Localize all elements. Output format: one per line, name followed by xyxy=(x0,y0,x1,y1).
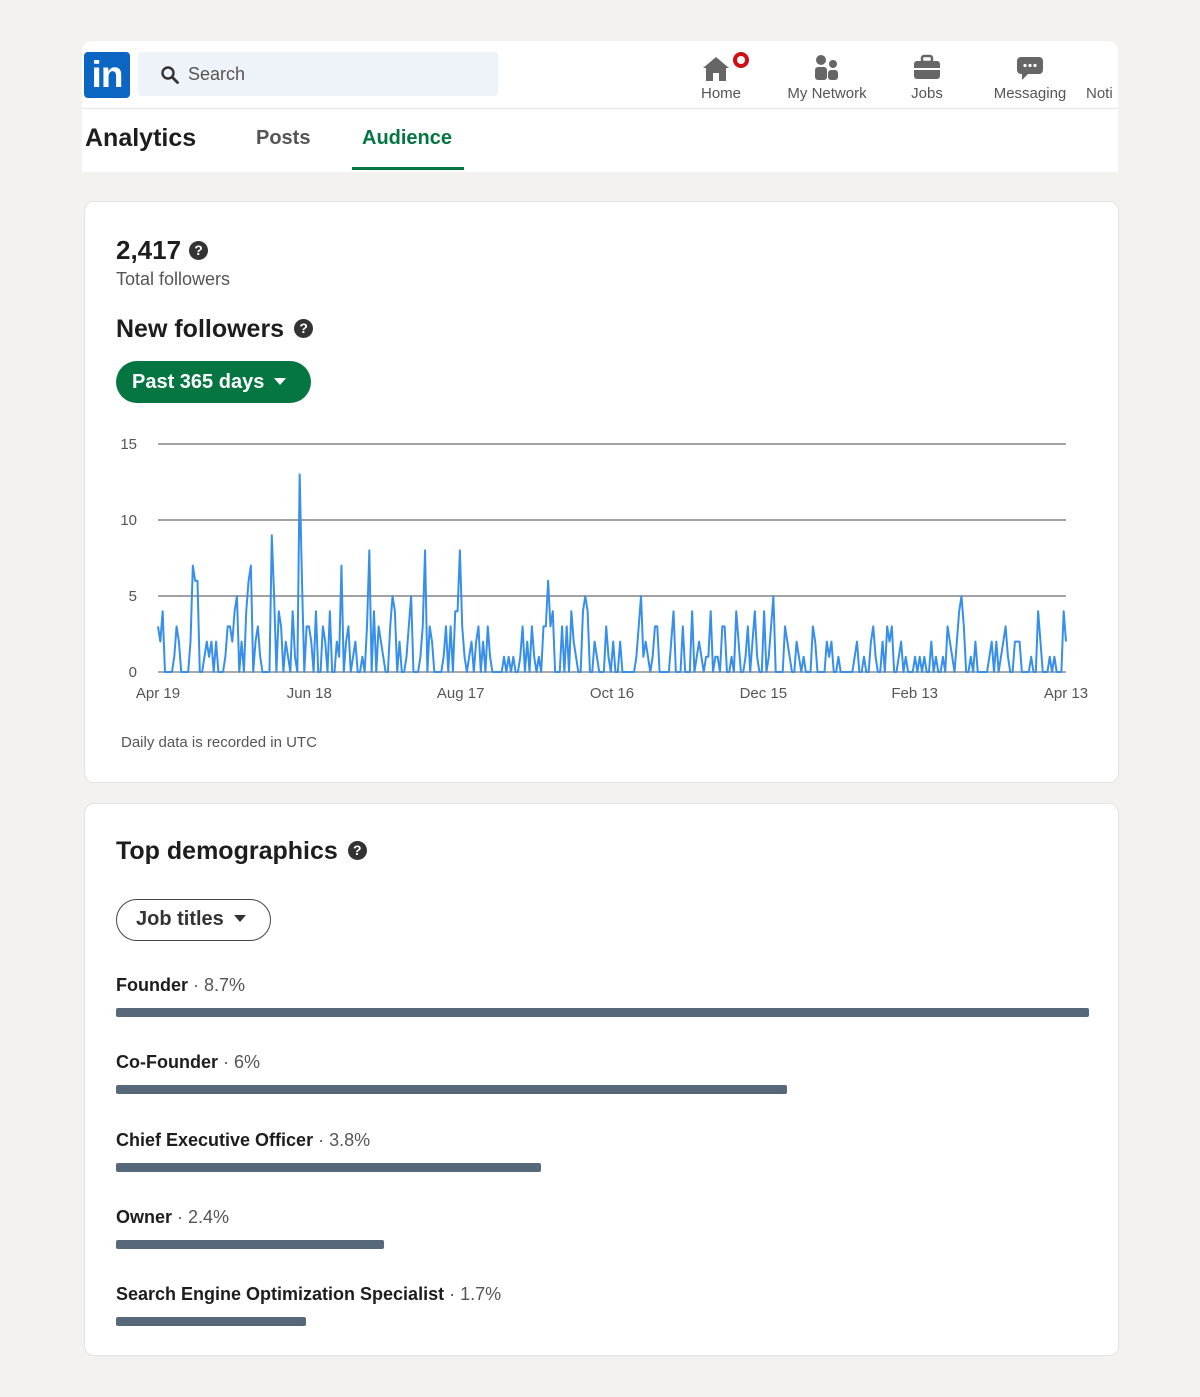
new-followers-title: New followers? xyxy=(116,315,314,344)
top-demographics-title: Top demographics? xyxy=(116,837,367,866)
demographic-row: Owner · 2.4% xyxy=(116,1207,1096,1249)
demographic-row: Co-Founder · 6% xyxy=(116,1052,1096,1095)
demographic-percent: 1.7% xyxy=(460,1284,502,1305)
active-tab-indicator xyxy=(352,167,464,170)
x-tick-label: Apr 19 xyxy=(136,685,180,702)
y-tick-label: 10 xyxy=(120,512,137,529)
nav-label-notifications: Noti xyxy=(1086,85,1113,102)
demographic-label: Co-Founder · 6% xyxy=(116,1052,1096,1073)
top-demographics-card: Top demographics? Job titles Founder · 8… xyxy=(84,803,1119,1356)
nav-label-jobs: Jobs xyxy=(911,85,943,102)
followers-card: 2,417? Total followers New followers? Pa… xyxy=(84,201,1119,783)
x-tick-label: Aug 17 xyxy=(437,685,485,702)
demographic-percent: 8.7% xyxy=(204,975,246,995)
help-icon[interactable]: ? xyxy=(347,840,367,860)
help-icon[interactable]: ? xyxy=(189,240,209,260)
people-icon xyxy=(812,51,842,83)
demographic-percent: 3.8% xyxy=(329,1129,371,1150)
page-title: Analytics xyxy=(85,124,197,152)
filter-label: Job titles xyxy=(136,908,224,930)
bell-icon xyxy=(1086,51,1116,83)
x-tick-label: Jun 18 xyxy=(287,685,332,702)
analytics-tabs: Analytics Posts Audience xyxy=(82,109,1118,172)
demographic-label: Search Engine Optimization Specialist · … xyxy=(116,1284,1096,1305)
notification-badge xyxy=(731,50,751,70)
separator: · xyxy=(188,975,204,995)
y-tick-label: 0 xyxy=(129,664,137,681)
demographic-name: Founder xyxy=(116,975,188,995)
demographic-label: Founder · 8.7% xyxy=(116,975,1096,996)
caret-down-icon xyxy=(274,377,287,385)
utc-note: Daily data is recorded in UTC xyxy=(121,734,317,751)
nav-item-notifications[interactable]: Noti xyxy=(1086,47,1118,105)
home-icon xyxy=(701,50,751,83)
tab-posts[interactable]: Posts xyxy=(256,127,310,150)
x-tick-label: Feb 13 xyxy=(891,685,938,702)
date-range-label: Past 365 days xyxy=(132,371,265,393)
search-box[interactable] xyxy=(138,52,498,96)
demographic-name: Chief Executive Officer xyxy=(116,1129,314,1150)
search-icon xyxy=(161,66,179,84)
x-tick-label: Dec 15 xyxy=(740,685,788,702)
y-tick-label: 15 xyxy=(120,436,137,453)
separator: · xyxy=(313,1129,330,1150)
nav-item-messaging[interactable]: Messaging xyxy=(987,47,1073,105)
nav-label-my-network: My Network xyxy=(787,85,867,102)
date-range-dropdown[interactable]: Past 365 days xyxy=(116,361,311,403)
nav-label-home: Home xyxy=(700,85,741,102)
demographic-row: Chief Executive Officer · 3.8% xyxy=(116,1130,1096,1172)
new-followers-title-text: New followers xyxy=(116,315,285,343)
briefcase-icon xyxy=(912,51,942,83)
demographic-bar xyxy=(116,1317,307,1327)
demographic-percent: 6% xyxy=(233,1052,260,1073)
demographic-label: Owner · 2.4% xyxy=(116,1207,1096,1228)
total-followers-count: 2,417? xyxy=(116,235,209,266)
demographic-row: Search Engine Optimization Specialist · … xyxy=(116,1284,1096,1327)
top-header: in Home xyxy=(82,41,1118,172)
demographic-name: Co-Founder xyxy=(116,1052,218,1073)
nav-item-home[interactable]: Home xyxy=(686,47,756,105)
followers-series-line xyxy=(157,473,1067,673)
new-followers-chart: 0 5 10 15 Apr 19 Jun 18 Aug 17 Oct 16 Dec 15 Feb … xyxy=(120,436,1088,702)
demographic-bar xyxy=(116,1085,788,1095)
separator: · xyxy=(172,1206,189,1227)
followers-count-value: 2,417 xyxy=(116,235,182,265)
help-icon[interactable]: ? xyxy=(294,318,314,338)
demographic-label: Chief Executive Officer · 3.8% xyxy=(116,1130,1096,1151)
x-tick-label: Apr 13 xyxy=(1044,685,1088,702)
nav-item-jobs[interactable]: Jobs xyxy=(900,47,954,105)
demographic-row: Founder · 8.7% xyxy=(116,975,1096,1017)
caret-down-icon xyxy=(233,914,246,922)
total-followers-label: Total followers xyxy=(116,269,231,289)
demographic-bar xyxy=(116,1008,1089,1017)
demographic-percent: 2.4% xyxy=(188,1206,230,1227)
linkedin-logo[interactable]: in xyxy=(84,52,130,98)
tab-audience[interactable]: Audience xyxy=(362,127,452,150)
top-demographics-title-text: Top demographics xyxy=(116,837,338,865)
search-input[interactable] xyxy=(188,52,488,96)
nav-item-my-network[interactable]: My Network xyxy=(777,47,877,105)
demographic-name: Owner xyxy=(116,1206,173,1227)
chat-icon xyxy=(1015,51,1045,83)
demographic-bar xyxy=(116,1239,385,1249)
y-tick-label: 5 xyxy=(129,588,137,605)
demographic-bar xyxy=(116,1162,541,1172)
demographic-filter-dropdown[interactable]: Job titles xyxy=(116,899,271,941)
nav-label-messaging: Messaging xyxy=(993,85,1067,102)
separator: · xyxy=(444,1284,461,1305)
separator: · xyxy=(217,1052,234,1073)
demographic-name: Search Engine Optimization Specialist xyxy=(116,1284,445,1305)
global-nav: in Home xyxy=(82,41,1118,109)
x-tick-label: Oct 16 xyxy=(590,685,634,702)
